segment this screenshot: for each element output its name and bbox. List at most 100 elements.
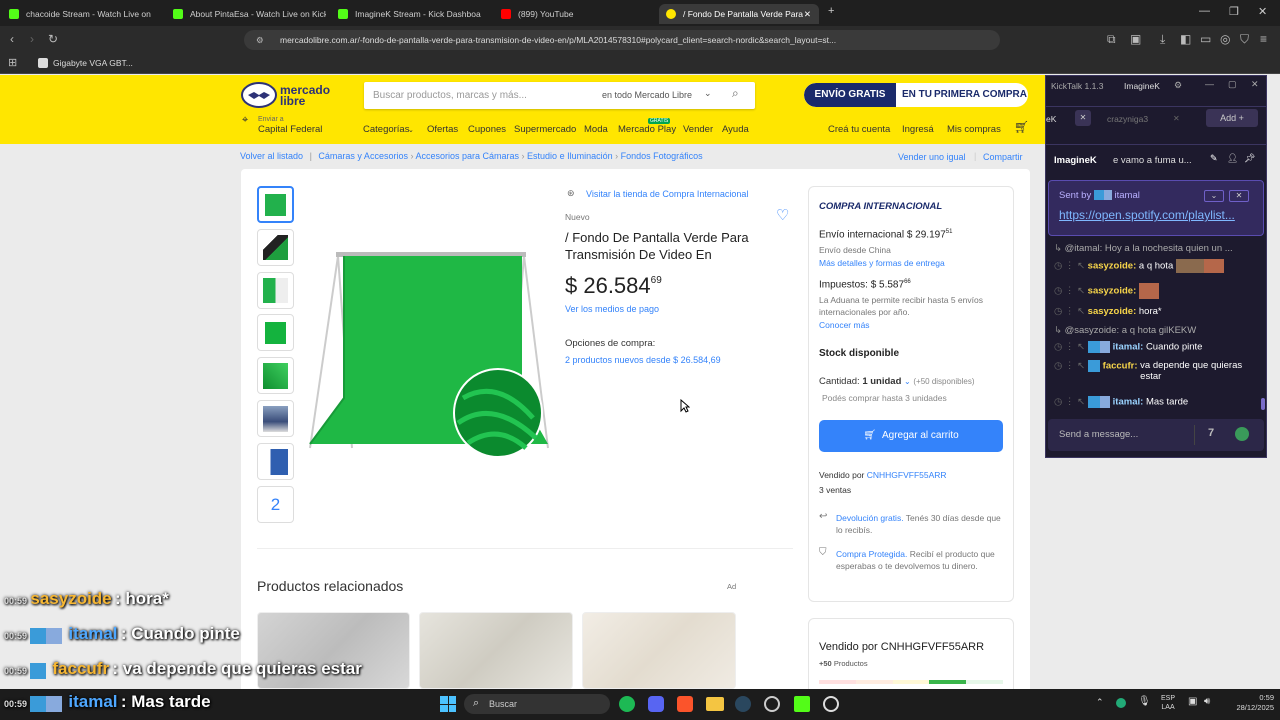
- 7tv-icon[interactable]: 7: [1208, 427, 1214, 439]
- share-link[interactable]: Compartir: [983, 152, 1023, 162]
- close-tab-icon[interactable]: ✕: [1173, 114, 1180, 123]
- location-label[interactable]: Enviar a: [258, 116, 284, 123]
- menu-icon[interactable]: ≡: [1260, 32, 1267, 46]
- chat-input-box[interactable]: Send a message... 7: [1048, 419, 1264, 451]
- more-images-button[interactable]: 2: [257, 486, 294, 523]
- windows-start-icon[interactable]: [440, 696, 456, 712]
- sidebar-icon[interactable]: ◧: [1180, 32, 1191, 46]
- screenshot-icon[interactable]: ▣: [1130, 32, 1141, 46]
- close-button[interactable]: ✕: [1251, 79, 1259, 90]
- obs-icon[interactable]: [764, 696, 780, 712]
- product-image[interactable]: [308, 248, 550, 460]
- add-channel-button[interactable]: Add +: [1206, 109, 1258, 127]
- brave-icon[interactable]: [677, 696, 693, 712]
- new-tab-button[interactable]: +: [828, 5, 834, 17]
- language-indicator[interactable]: ESP LAA: [1161, 694, 1175, 712]
- search-scope-select[interactable]: en todo Mercado Libre: [602, 90, 692, 100]
- minimize-button[interactable]: —: [1199, 5, 1210, 17]
- nav-categorias[interactable]: Categorías: [363, 124, 409, 135]
- pin-message-icon[interactable]: 📌︎: [1244, 153, 1255, 164]
- favorite-heart-icon[interactable]: ♡: [776, 206, 789, 224]
- tab-youtube[interactable]: (899) YouTube: [494, 4, 654, 24]
- breadcrumb-item[interactable]: Fondos Fotográficos: [621, 151, 703, 161]
- clock[interactable]: 0:59 28/12/2025: [1220, 693, 1274, 713]
- store-link[interactable]: Visitar la tienda de Compra Internaciona…: [586, 189, 748, 199]
- wallet-icon[interactable]: ▭: [1200, 32, 1211, 46]
- tray-app-icon[interactable]: [1116, 698, 1126, 708]
- nav-cupones[interactable]: Cupones: [468, 124, 506, 135]
- chat-tab-imaginek[interactable]: eK: [1046, 114, 1056, 124]
- chevron-down-icon[interactable]: ⌄: [1204, 190, 1224, 202]
- file-explorer-icon[interactable]: [706, 697, 724, 711]
- chat-input[interactable]: Send a message...: [1059, 429, 1138, 440]
- tab-pintaesa[interactable]: About PintaEsa - Watch Live on Kick: [166, 4, 326, 24]
- close-tab-icon[interactable]: ✕: [804, 4, 811, 24]
- nav-ofertas[interactable]: Ofertas: [427, 124, 458, 135]
- steam-icon[interactable]: [735, 696, 751, 712]
- kick-icon[interactable]: [794, 696, 810, 712]
- chat-tab-crazyniga3[interactable]: crazyniga3: [1107, 114, 1148, 124]
- extensions-icon[interactable]: ⧉: [1107, 32, 1116, 47]
- vpn-icon[interactable]: ◎: [1220, 32, 1230, 46]
- know-more-link[interactable]: Conocer más: [819, 320, 870, 330]
- mercadolibre-logo[interactable]: mercado libre: [241, 82, 333, 108]
- sell-same-link[interactable]: Vender uno igual: [898, 152, 966, 162]
- nav-mercado-play[interactable]: Mercado Play: [618, 124, 676, 135]
- taskbar-search[interactable]: ⌕ Buscar: [464, 694, 610, 714]
- download-icon[interactable]: ⤓: [1160, 32, 1165, 47]
- back-icon[interactable]: ‹: [10, 32, 14, 46]
- breadcrumb-item[interactable]: Accesorios para Cámaras: [415, 151, 519, 161]
- nav-my-purchases[interactable]: Mis compras: [947, 124, 1001, 135]
- product-thumbnail[interactable]: [257, 314, 294, 351]
- unpin-icon[interactable]: ✕: [1229, 190, 1249, 202]
- nav-vender[interactable]: Vender: [683, 124, 713, 135]
- quantity-selector[interactable]: Cantidad: 1 unidad ⌄ (+50 disponibles): [819, 376, 975, 387]
- location-value[interactable]: Capital Federal: [258, 124, 322, 135]
- emote-picker-icon[interactable]: [1235, 427, 1249, 441]
- network-icon[interactable]: ▣: [1188, 696, 1197, 707]
- related-product-card[interactable]: [582, 612, 736, 689]
- search-icon[interactable]: ⌕: [732, 86, 739, 101]
- close-window-button[interactable]: ✕: [1258, 5, 1267, 18]
- user-icon[interactable]: 👤︎: [1227, 153, 1238, 164]
- breadcrumb-item[interactable]: Cámaras y Accesorios: [318, 151, 408, 161]
- site-info-icon[interactable]: ⚙: [256, 30, 264, 50]
- nav-ayuda[interactable]: Ayuda: [722, 124, 749, 135]
- back-to-list-link[interactable]: Volver al listado: [240, 151, 303, 161]
- discord-icon[interactable]: [648, 696, 664, 712]
- bookmark-gigabyte[interactable]: Gigabyte VGA GBT...: [53, 58, 133, 68]
- chat-scrollbar[interactable]: [1261, 398, 1265, 410]
- search-bar[interactable]: Buscar productos, marcas y más... en tod…: [364, 82, 755, 109]
- product-thumbnail[interactable]: [257, 400, 294, 437]
- cart-icon[interactable]: 🛒︎: [1014, 120, 1029, 134]
- maximize-button[interactable]: ❐: [1229, 5, 1239, 18]
- apps-icon[interactable]: ⊞: [8, 56, 17, 69]
- payment-methods-link[interactable]: Ver los medios de pago: [565, 304, 659, 314]
- product-thumbnail[interactable]: [257, 443, 294, 480]
- spotify-icon[interactable]: [619, 696, 635, 712]
- nav-login[interactable]: Ingresá: [902, 124, 934, 135]
- free-shipping-banner[interactable]: ENVÍO GRATIS EN TU PRIMERA COMPRA: [804, 83, 1028, 107]
- seller-link[interactable]: CNHHGFVFF55ARR: [867, 470, 947, 480]
- tray-chevron-icon[interactable]: ⌃: [1096, 697, 1104, 708]
- tab-mercadolibre[interactable]: / Fondo De Pantalla Verde Para ✕: [659, 4, 819, 24]
- pin-icon[interactable]: ✎: [1210, 153, 1218, 164]
- shield-icon[interactable]: ⛉: [1240, 32, 1249, 47]
- nav-supermercado[interactable]: Supermercado: [514, 124, 576, 135]
- related-product-card[interactable]: [419, 612, 573, 689]
- minimize-button[interactable]: —: [1205, 79, 1214, 89]
- nav-create-account[interactable]: Creá tu cuenta: [828, 124, 890, 135]
- breadcrumb-item[interactable]: Estudio e Iluminación: [527, 151, 613, 161]
- add-to-cart-button[interactable]: 🛒︎ Agregar al carrito: [819, 420, 1003, 452]
- search-input[interactable]: Buscar productos, marcas y más...: [373, 90, 527, 101]
- purchase-options-link[interactable]: 2 productos nuevos desde $ 26.584,69: [565, 355, 721, 365]
- tab-imaginek[interactable]: ImagineK Stream - Kick Dashboa: [331, 4, 491, 24]
- forward-icon[interactable]: ›: [30, 32, 34, 46]
- nav-moda[interactable]: Moda: [584, 124, 608, 135]
- protected-link[interactable]: Compra Protegida.: [836, 549, 907, 559]
- close-tab-icon[interactable]: ✕: [1075, 110, 1091, 126]
- return-link[interactable]: Devolución gratis.: [836, 513, 904, 523]
- product-thumbnail[interactable]: [257, 229, 294, 266]
- microphone-icon[interactable]: 🎙︎: [1138, 696, 1151, 707]
- tab-chacoide[interactable]: chacoide Stream - Watch Live on: [2, 4, 160, 24]
